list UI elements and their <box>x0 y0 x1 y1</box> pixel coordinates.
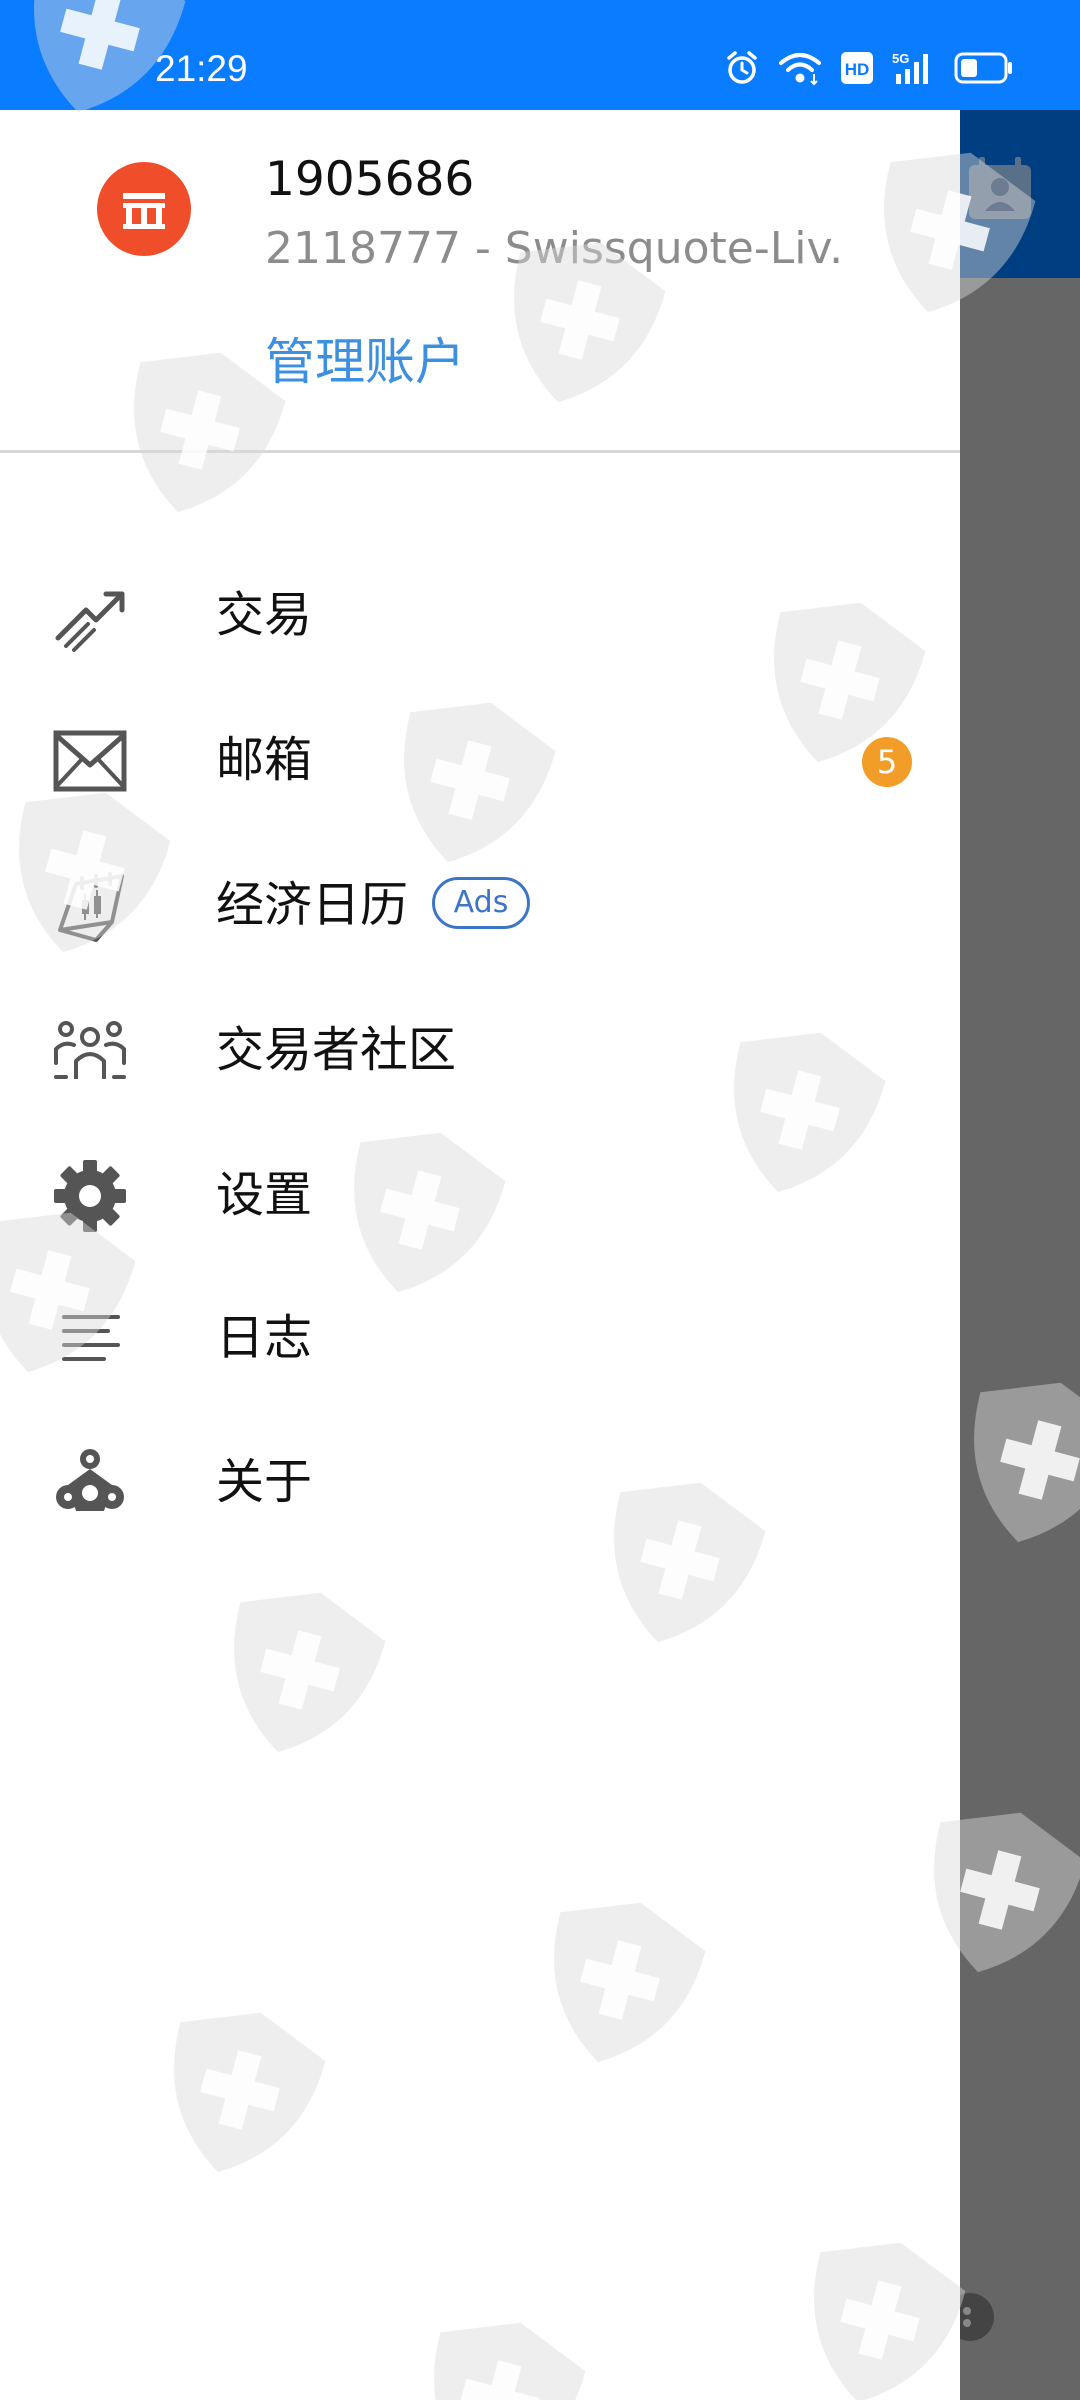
svg-text:5G: 5G <box>892 51 909 66</box>
menu-item-trade[interactable]: 交易 <box>0 550 960 680</box>
status-time: 21:29 <box>155 48 248 89</box>
broker-logo <box>97 162 191 256</box>
menu-item-economic-calendar[interactable]: 经济日历 Ads <box>0 840 960 970</box>
status-icons: HD 5G <box>724 50 1014 86</box>
menu-item-traders-community[interactable]: 交易者社区 <box>0 985 960 1115</box>
menu-item-about[interactable]: 关于 <box>0 1417 960 1547</box>
menu-item-label: 经济日历 <box>216 877 409 933</box>
menu-item-label: 交易 <box>216 587 313 643</box>
account-calendar-icon <box>969 157 1031 219</box>
journal-lines-icon <box>62 1315 120 1361</box>
menu-item-settings[interactable]: 设置 <box>0 1130 960 1260</box>
trade-chart-icon <box>55 591 125 652</box>
ads-tag: Ads <box>432 877 530 929</box>
navigation-drawer: 1905686 2118777 - Swissquote-Liv... 管理账户… <box>0 110 960 2400</box>
unread-count-badge: 5 <box>862 737 912 787</box>
signal-5g-icon: 5G <box>892 51 928 84</box>
menu-item-label: 设置 <box>216 1167 313 1223</box>
mail-icon <box>53 730 127 792</box>
menu-item-journal[interactable]: 日志 <box>0 1273 960 1403</box>
alarm-icon <box>727 51 757 84</box>
divider <box>0 450 960 453</box>
wifi-icon <box>779 53 821 86</box>
svg-text:HD: HD <box>845 60 870 79</box>
battery-icon <box>954 52 1012 84</box>
menu-item-label: 关于 <box>216 1454 313 1510</box>
manage-accounts-link[interactable]: 管理账户 <box>265 322 465 394</box>
about-icon <box>56 1449 124 1511</box>
community-icon <box>54 1021 126 1079</box>
account-login: 1905686 <box>265 152 475 207</box>
menu-item-label: 交易者社区 <box>216 1022 457 1078</box>
menu-item-label: 日志 <box>216 1310 313 1366</box>
economic-calendar-icon <box>58 872 124 942</box>
menu-item-mailbox[interactable]: 邮箱 5 <box>0 695 960 825</box>
status-bar: 21:29 HD 5G <box>0 0 1080 110</box>
menu-item-label: 邮箱 <box>216 732 313 788</box>
gear-icon <box>54 1160 126 1232</box>
hd-icon: HD <box>841 52 873 84</box>
account-server: 2118777 - Swissquote-Liv... <box>265 223 845 274</box>
drawer-scrim[interactable] <box>960 110 1080 2400</box>
